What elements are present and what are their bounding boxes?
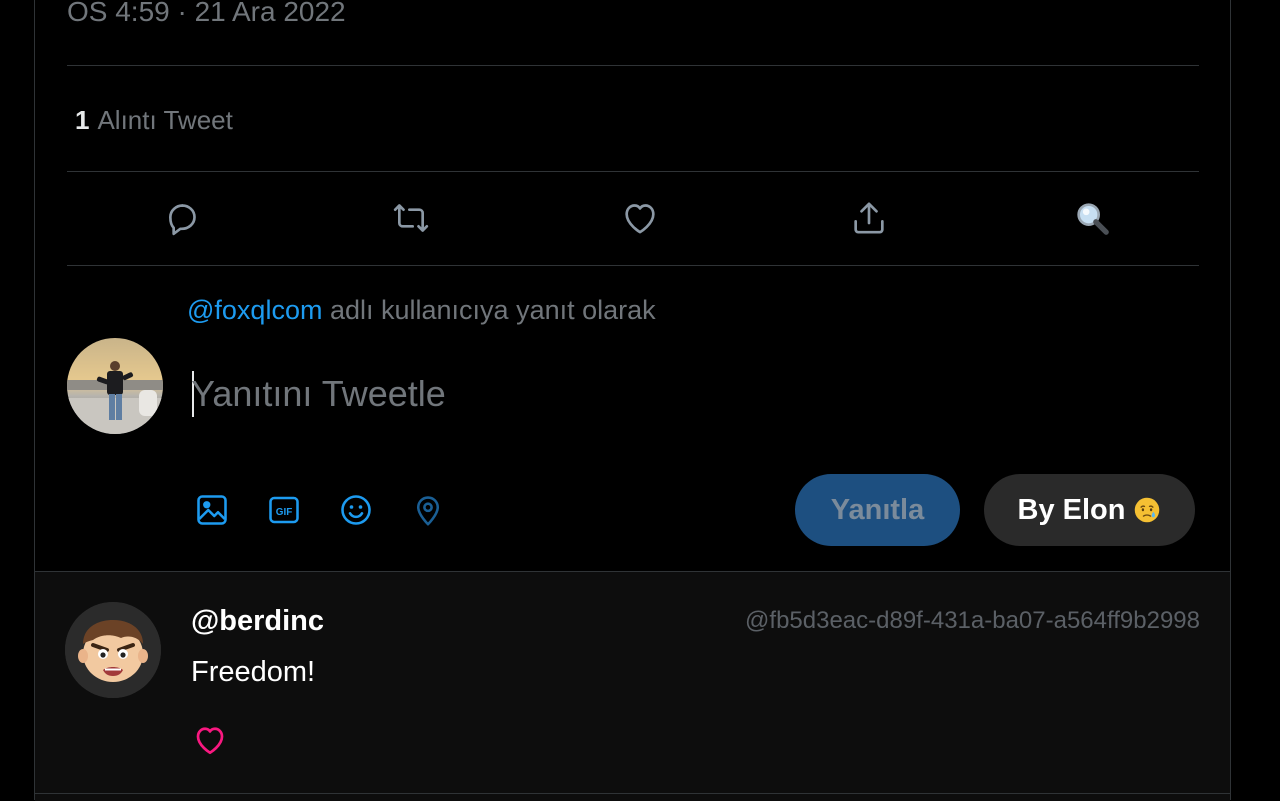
replying-to: @foxqlcom adlı kullanıcıya yanıt olarak xyxy=(187,293,656,327)
reply-textarea[interactable]: Yanıtını Tweetle xyxy=(191,368,1091,420)
quote-tweets-link[interactable]: 1 Alıntı Tweet xyxy=(75,104,233,136)
reply-icon[interactable] xyxy=(158,194,206,242)
tweet-actions-bar xyxy=(67,172,1199,264)
reply-username[interactable]: @berdinc xyxy=(191,604,324,638)
avatar[interactable] xyxy=(65,602,161,698)
quote-count: 1 xyxy=(75,105,90,135)
by-elon-button[interactable]: By Elon xyxy=(984,474,1195,546)
divider xyxy=(67,65,1199,66)
tweet-timestamp[interactable]: ÖS 4:59 · 21 Ara 2022 xyxy=(67,0,346,30)
share-icon[interactable] xyxy=(845,194,893,242)
like-icon[interactable] xyxy=(191,722,229,758)
reply-text: Freedom! xyxy=(191,656,316,688)
image-icon[interactable] xyxy=(190,488,234,532)
reply-user-id: @fb5d3eac-d89f-431a-ba07-a564ff9b2998 xyxy=(745,607,1200,634)
emoji-icon[interactable] xyxy=(334,488,378,532)
like-icon[interactable] xyxy=(616,194,664,242)
reply-button[interactable]: Yanıtla xyxy=(795,474,960,546)
reply-mention-link[interactable]: @foxqlcom xyxy=(187,295,322,325)
divider xyxy=(35,793,1230,794)
replying-label: adlı kullanıcıya yanıt olarak xyxy=(329,295,656,325)
divider xyxy=(67,265,1199,266)
crying-face-icon xyxy=(1135,497,1160,523)
by-elon-label: By Elon xyxy=(1017,493,1126,526)
retweet-icon[interactable] xyxy=(387,194,435,242)
avatar[interactable] xyxy=(67,338,163,434)
gif-icon[interactable]: GIF xyxy=(262,488,306,532)
quote-label: Alıntı Tweet xyxy=(97,105,233,135)
location-icon[interactable] xyxy=(406,488,450,532)
search-icon[interactable] xyxy=(1068,194,1116,242)
svg-text:GIF: GIF xyxy=(276,507,292,518)
